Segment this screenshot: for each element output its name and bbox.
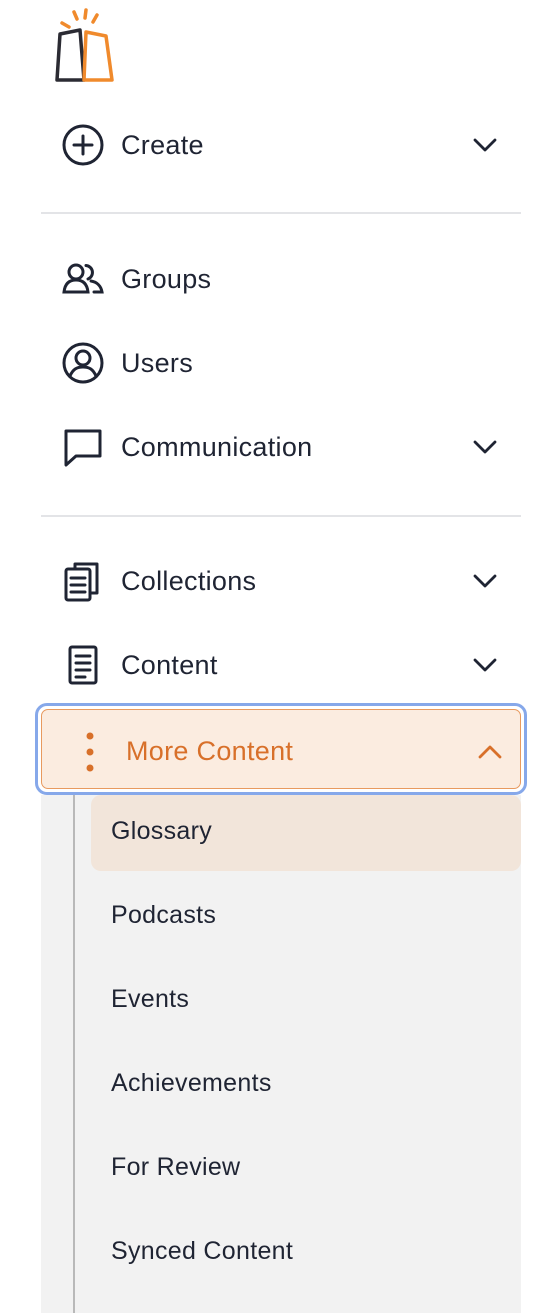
divider (41, 212, 521, 214)
divider (41, 515, 521, 517)
nav-more-content[interactable]: More Content (35, 703, 527, 795)
user-circle-icon (61, 341, 105, 385)
groups-icon (61, 257, 105, 301)
more-vertical-icon (86, 732, 94, 772)
submenu-item-label: For Review (111, 1153, 241, 1181)
nav-groups[interactable]: Groups (41, 244, 521, 314)
app-logo (55, 8, 114, 82)
submenu-rail (73, 795, 75, 1313)
nav-groups-label: Groups (121, 263, 212, 294)
nav-users-label: Users (121, 347, 194, 378)
chat-bubble-icon (61, 425, 105, 469)
submenu-item-for-review[interactable]: For Review (91, 1131, 521, 1207)
submenu-item-label: Achievements (111, 1069, 272, 1097)
more-content-submenu: Glossary Podcasts Events Achievements Fo… (41, 795, 521, 1313)
nav-collections-label: Collections (121, 565, 257, 596)
chevron-down-icon[interactable] (469, 565, 501, 597)
nav-communication[interactable]: Communication (41, 412, 521, 482)
nav-create-label: Create (121, 129, 204, 160)
nav-collections[interactable]: Collections (41, 546, 521, 616)
chevron-down-icon[interactable] (469, 649, 501, 681)
collections-icon (61, 559, 105, 603)
nav-more-content-highlight: More Content (41, 709, 521, 789)
submenu-item-synced-content[interactable]: Synced Content (91, 1215, 521, 1291)
nav-create[interactable]: Create (41, 110, 521, 180)
chevron-up-icon[interactable] (474, 736, 506, 768)
nav-content[interactable]: Content (41, 630, 521, 700)
submenu-item-glossary[interactable]: Glossary (91, 795, 521, 871)
nav-communication-label: Communication (121, 431, 313, 462)
submenu-item-achievements[interactable]: Achievements (91, 1047, 521, 1123)
plus-circle-icon (61, 123, 105, 167)
submenu-item-label: Synced Content (111, 1237, 294, 1265)
nav-users[interactable]: Users (41, 328, 521, 398)
submenu-item-podcasts[interactable]: Podcasts (91, 879, 521, 955)
nav-content-label: Content (121, 649, 218, 680)
submenu-item-label: Podcasts (111, 901, 217, 929)
chevron-down-icon[interactable] (469, 129, 501, 161)
nav-more-content-label: More Content (126, 736, 294, 766)
document-icon (61, 643, 105, 687)
submenu-item-label: Glossary (111, 817, 213, 845)
chevron-down-icon[interactable] (469, 431, 501, 463)
submenu-item-events[interactable]: Events (91, 963, 521, 1039)
submenu-item-label: Events (111, 985, 190, 1013)
